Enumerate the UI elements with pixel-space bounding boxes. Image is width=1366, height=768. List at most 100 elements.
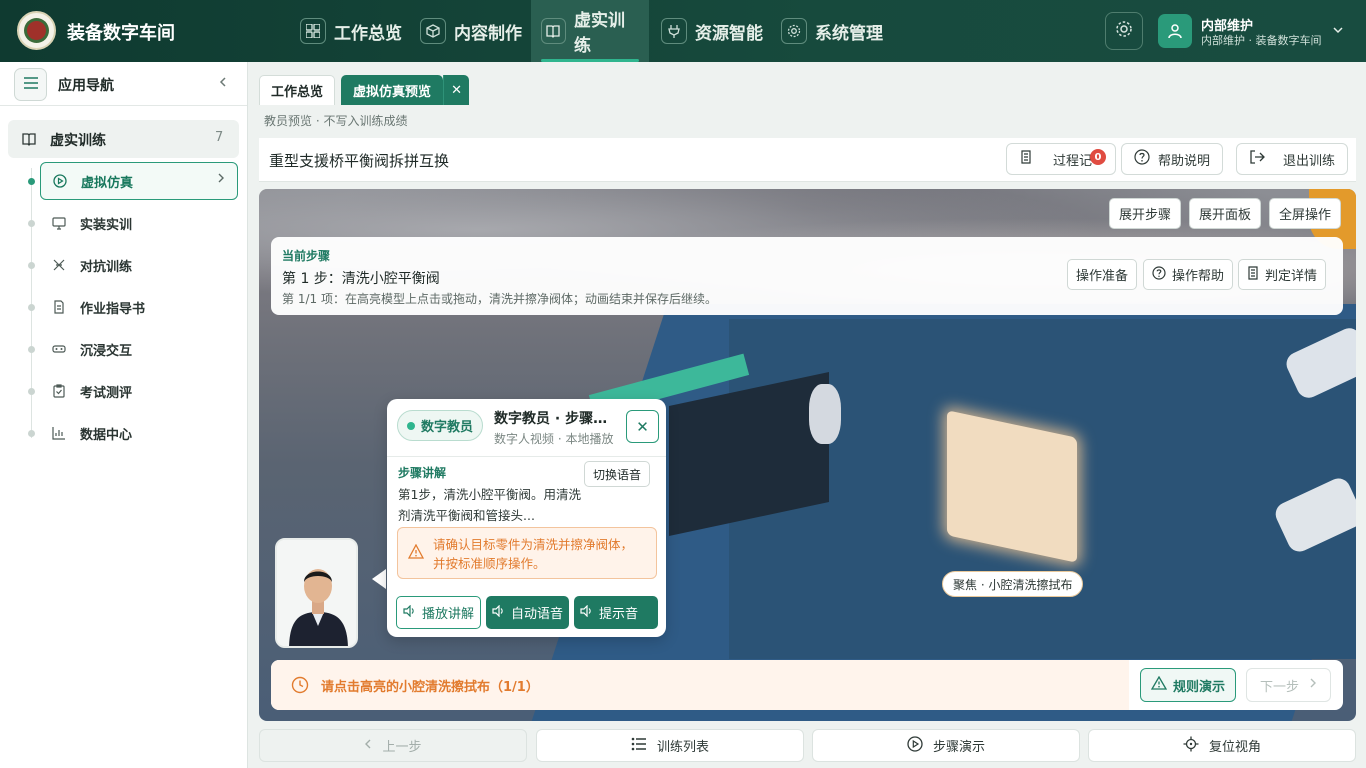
expand-steps-button[interactable]: 展开步骤 (1109, 198, 1182, 229)
warning-icon (407, 543, 425, 563)
topnav-label: 系统管理 (815, 23, 883, 44)
speaker-icon (580, 604, 594, 621)
expand-panel-button[interactable]: 展开面板 (1189, 198, 1262, 229)
chevron-left-icon (364, 738, 372, 754)
tab-virtual-preview[interactable]: 虚拟仿真预览 (341, 75, 444, 105)
sidebar-item-exam[interactable]: 考试测评 (40, 372, 238, 410)
tab-overview[interactable]: 工作总览 (259, 75, 336, 105)
training-title: 重型支援桥平衡阀拆拼互换 (269, 152, 450, 170)
judgement-detail-label: 判定详情 (1265, 269, 1318, 284)
sidebar-item-label: 实装实训 (80, 217, 133, 233)
simulation-viewport[interactable]: 聚焦 · 小腔清洗擦拭布 展开步骤 展开面板 全屏操作 当前步骤 第 1 步：清… (259, 189, 1356, 721)
fullscreen-button[interactable]: 全屏操作 (1269, 198, 1342, 229)
digital-teacher-tag: 数字教员 (397, 410, 484, 441)
topnav-resources[interactable]: 资源智能 (651, 0, 773, 62)
prompt-text: 请点击高亮的小腔清洗擦拭布（1/1） (321, 680, 539, 695)
play-explain-label: 播放讲解 (422, 607, 475, 622)
step-demo-button[interactable]: 步骤演示 (812, 729, 1080, 762)
document-icon (1247, 265, 1259, 284)
sidebar-item-label: 考试测评 (80, 385, 133, 401)
training-list-label: 训练列表 (656, 740, 709, 755)
settings-button[interactable] (1105, 12, 1143, 50)
tone-button[interactable]: 提示音 (574, 596, 659, 629)
teacher-actions: 播放讲解 自动语音 提示音 (396, 596, 659, 629)
sidebar-item-label: 虚拟仿真 (81, 175, 134, 191)
judgement-detail-button[interactable]: 判定详情 (1238, 259, 1327, 290)
tree-dot (28, 430, 35, 437)
auto-voice-button[interactable]: 自动语音 (486, 596, 570, 629)
sidebar-header: 应用导航 (0, 62, 247, 106)
step-title: 第 1 步：清洗小腔平衡阀 (282, 271, 440, 287)
monitor-icon (52, 216, 66, 230)
exit-training-button[interactable]: 退出训练 (1236, 143, 1349, 175)
digital-teacher-tag-label: 数字教员 (421, 420, 474, 435)
warning-text: 请确认目标零件为清洗并擦净阀体，并按标准顺序操作。 (433, 537, 634, 571)
reset-view-button[interactable]: 复位视角 (1088, 729, 1356, 762)
sidebar-item-virtual-sim[interactable]: 虚拟仿真 (40, 162, 238, 200)
chevron-right-icon (1309, 677, 1317, 693)
menu-button[interactable] (14, 68, 47, 101)
switch-voice-button[interactable]: 切换语音 (584, 461, 651, 487)
chevron-right-icon (217, 172, 225, 188)
sidebar-item-label: 作业指导书 (80, 301, 146, 317)
clock-icon (291, 676, 309, 698)
step-explain-text: 第1步，清洗小腔平衡阀。用清洗剂清洗平衡阀和管接头... (398, 487, 581, 523)
topnav-content[interactable]: 内容制作 (410, 0, 532, 62)
topnav-label: 内容制作 (454, 23, 522, 44)
speaker-icon (492, 604, 506, 621)
sidebar-item-immersive[interactable]: 沉浸交互 (40, 330, 238, 368)
cube-icon (420, 18, 446, 44)
operation-help-button[interactable]: 操作帮助 (1143, 259, 1234, 290)
topnav-overview[interactable]: 工作总览 (290, 0, 412, 62)
focus-label: 聚焦 · 小腔清洗擦拭布 (942, 571, 1084, 597)
scene-model-part (809, 384, 841, 444)
sidebar-item-work-guide[interactable]: 作业指导书 (40, 288, 238, 326)
collapse-icon[interactable] (218, 73, 228, 92)
play-explain-button[interactable]: 播放讲解 (396, 596, 482, 629)
tree-line (31, 168, 32, 438)
top-bar: 装备数字车间 工作总览 内容制作 虚实训练 资源智能 系统管理 内部维护 内部维… (0, 0, 1366, 62)
topnav-training[interactable]: 虚实训练 (531, 0, 649, 62)
operation-help-label: 操作帮助 (1172, 269, 1225, 284)
sidebar-item-label: 对抗训练 (80, 259, 133, 275)
rule-demo-button[interactable]: 规则演示 (1140, 668, 1237, 702)
operation-prepare-button[interactable]: 操作准备 (1067, 259, 1138, 290)
user-menu[interactable]: 内部维护 内部维护 · 装备数字车间 (1158, 12, 1356, 50)
exit-label: 退出训练 (1283, 153, 1336, 169)
topnav-label: 资源智能 (695, 23, 763, 44)
training-list-button[interactable]: 训练列表 (536, 729, 804, 762)
prev-step-button[interactable]: 上一步 (259, 729, 527, 762)
popup-pointer (372, 569, 386, 589)
prev-step-label: 上一步 (382, 740, 422, 755)
next-step-button[interactable]: 下一步 (1246, 668, 1331, 702)
close-icon[interactable]: ✕ (443, 75, 470, 105)
warning-box: 请确认目标零件为清洗并擦净阀体，并按标准顺序操作。 (397, 527, 657, 579)
help-button[interactable]: 帮助说明 (1121, 143, 1224, 175)
sidebar-item-data-center[interactable]: 数据中心 (40, 414, 238, 452)
sidebar-item-real-training[interactable]: 实装实训 (40, 204, 238, 242)
help-icon (1152, 265, 1166, 284)
step-description: 第 1/1 项：在高亮模型上点击或拖动，清洗并擦净阀体；动画结束并保存后继续。 (282, 292, 717, 306)
tree-dot (28, 262, 35, 269)
close-teacher-button[interactable]: ✕ (626, 410, 659, 443)
grid-icon (300, 18, 326, 44)
sidebar-group-training[interactable]: 虚实训练 7 (8, 120, 239, 158)
rule-demo-label: 规则演示 (1173, 679, 1226, 695)
process-record-button[interactable]: 过程记 0 (1006, 143, 1116, 175)
chevron-down-icon (1332, 21, 1344, 40)
user-subtitle: 内部维护 · 装备数字车间 (1201, 34, 1322, 47)
clipboard-icon (52, 384, 66, 398)
logo (17, 11, 56, 50)
tab-bar: 工作总览 虚拟仿真预览 ✕ (259, 75, 470, 105)
topnav-system[interactable]: 系统管理 (771, 0, 893, 62)
play-circle-icon (907, 735, 923, 756)
sidebar-item-adversarial[interactable]: 对抗训练 (40, 246, 238, 284)
auto-voice-label: 自动语音 (511, 607, 564, 622)
crosshair-icon (1183, 736, 1199, 756)
vr-headset-icon (52, 342, 66, 356)
help-label: 帮助说明 (1158, 153, 1211, 169)
step-demo-label: 步骤演示 (932, 740, 985, 755)
sidebar-item-label: 沉浸交互 (80, 343, 133, 359)
digital-teacher-video[interactable] (275, 538, 358, 648)
sidebar-title: 应用导航 (58, 78, 114, 94)
